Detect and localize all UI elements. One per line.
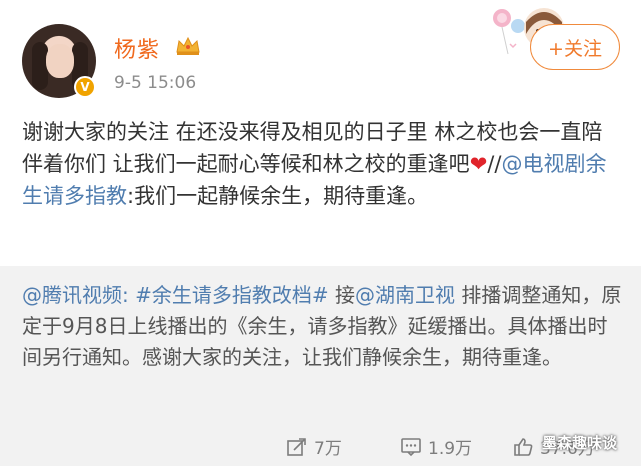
hashtag-link[interactable]: #余生请多指教改档#	[135, 283, 329, 307]
comment-count: 1.9万	[428, 439, 473, 459]
post-timestamp: 9-5 15:06	[114, 73, 197, 93]
repost-button[interactable]: 7万	[286, 434, 342, 459]
repost-count: 7万	[314, 439, 342, 459]
post-content: 谢谢大家的关注 在还没来得及相见的日子里 林之校也会一直陪伴着你们 让我们一起耐…	[22, 116, 622, 212]
reposted-content[interactable]: @腾讯视频: #余生请多指教改档# 接@湖南卫视 排播调整通知，原定于9月8日上…	[0, 266, 641, 424]
reposted-text: @腾讯视频: #余生请多指教改档# 接@湖南卫视 排播调整通知，原定于9月8日上…	[22, 280, 622, 373]
repost-separator: //	[487, 152, 502, 176]
user-name[interactable]: 杨紫	[114, 32, 160, 64]
mention-link-tencent[interactable]: @腾讯视频:	[22, 283, 129, 307]
crown-icon	[176, 36, 200, 55]
verified-v-icon: V	[74, 76, 96, 98]
watermark-text: 墨森趣味谈	[542, 434, 618, 452]
heart-icon: ❤	[469, 152, 488, 176]
mention-link-hunan[interactable]: @湖南卫视	[355, 283, 455, 307]
repost-icon	[287, 437, 306, 456]
comment-icon	[401, 437, 421, 456]
reposted-word: 接	[328, 283, 355, 307]
thumbs-up-icon	[514, 437, 533, 456]
avatar-face	[46, 44, 74, 78]
post-text-tail: :我们一起静候余生，期待重逢。	[127, 184, 429, 208]
comment-button[interactable]: 1.9万	[400, 434, 472, 459]
weibo-post: V 杨紫 9-5 15:06 +关注 谢谢大家的关注 在还没来得及相见的日子里 …	[0, 0, 641, 466]
follow-button[interactable]: +关注	[530, 24, 620, 70]
